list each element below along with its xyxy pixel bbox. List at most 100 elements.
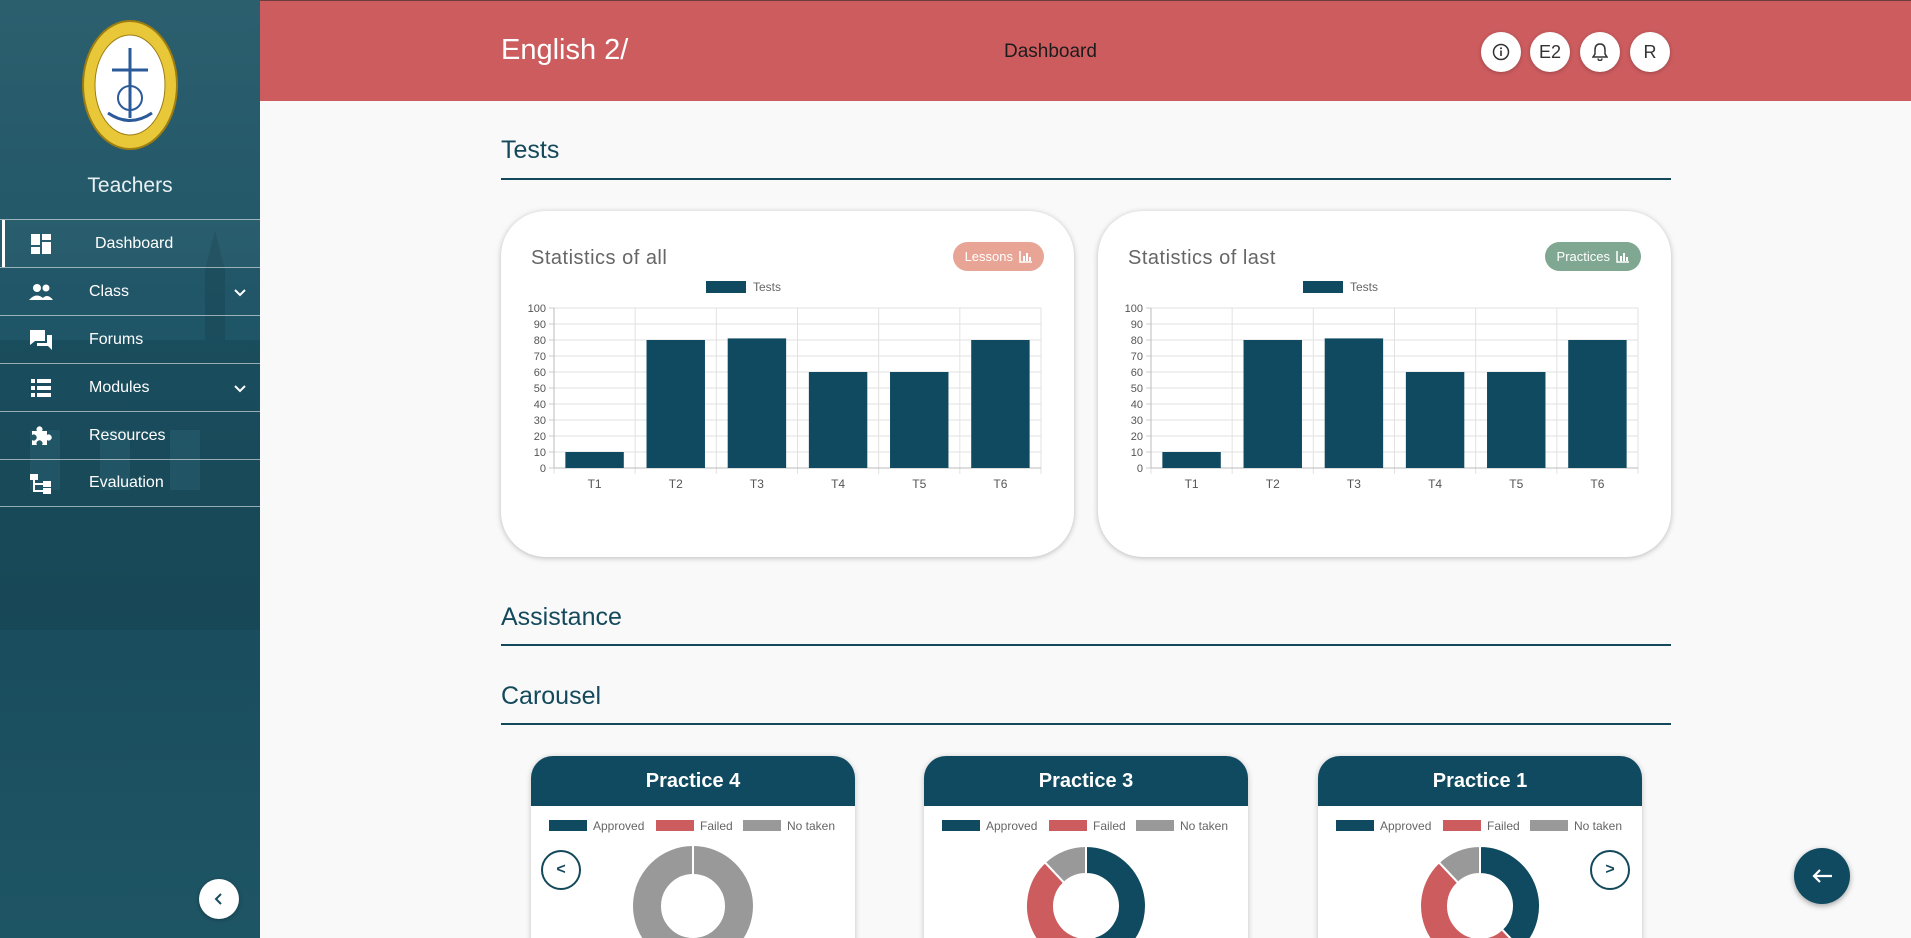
carousel-prev-button[interactable]: < — [541, 850, 581, 890]
section-title-assistance: Assistance — [501, 603, 622, 631]
y-tick-label: 70 — [534, 351, 546, 363]
sidebar-item-dashboard[interactable]: Dashboard — [0, 219, 260, 267]
sidebar-item-label: Resources — [89, 426, 166, 444]
sidebar-item-modules[interactable]: Modules — [0, 363, 260, 411]
x-tick-label: T3 — [1347, 477, 1361, 491]
donut-slice — [1085, 844, 1147, 938]
university-seal-logo — [82, 20, 178, 150]
statistics-last-card: Statistics of last Practices Tests 0 10 20 3… — [1098, 211, 1671, 557]
bar — [1324, 338, 1384, 468]
page-title: Dashboard — [1004, 41, 1097, 62]
y-tick-label: 90 — [534, 319, 546, 331]
legend-swatch — [1443, 820, 1481, 831]
bar — [808, 372, 868, 468]
y-tick-label: 40 — [534, 399, 546, 411]
legend-swatch — [1049, 820, 1087, 831]
course-code-button[interactable]: E2 — [1530, 32, 1570, 72]
section-title-carousel: Carousel — [501, 682, 602, 710]
section-divider — [501, 178, 1671, 180]
legend-swatch — [1336, 820, 1374, 831]
x-tick-label: T4 — [1428, 477, 1442, 491]
info-button[interactable] — [1481, 32, 1521, 72]
y-tick-label: 0 — [1137, 463, 1143, 475]
y-tick-label: 0 — [540, 463, 546, 475]
legend-swatch — [743, 820, 781, 831]
sidebar-nav: Dashboard Class Forums Modules Resources… — [0, 219, 260, 507]
y-tick-label: 100 — [1125, 303, 1143, 315]
legend-label: Tests — [753, 280, 781, 294]
x-tick-label: T1 — [1185, 477, 1199, 491]
y-tick-label: 30 — [1131, 415, 1143, 427]
x-tick-label: T2 — [1266, 477, 1280, 491]
y-tick-label: 60 — [534, 367, 546, 379]
legend-label: No taken — [787, 819, 835, 833]
user-avatar-button[interactable]: R — [1630, 32, 1670, 72]
legend-label: Failed — [1093, 819, 1126, 833]
back-button[interactable] — [1794, 848, 1850, 904]
sidebar-item-evaluation[interactable]: Evaluation — [0, 459, 260, 507]
section-divider — [501, 723, 1671, 725]
legend-swatch — [549, 820, 587, 831]
card-title: Statistics of last — [1128, 247, 1276, 269]
bar-chart-icon — [1019, 250, 1032, 263]
practice-title: Practice 4 — [531, 756, 855, 806]
x-tick-label: T6 — [993, 477, 1007, 491]
sidebar-item-label: Dashboard — [95, 234, 174, 252]
legend-swatch — [706, 281, 746, 293]
x-tick-label: T5 — [1509, 477, 1523, 491]
x-tick-label: T2 — [669, 477, 683, 491]
practice-card: Practice 1 Approved Failed No taken — [1318, 756, 1642, 938]
bar — [1162, 452, 1221, 468]
practice-card: Practice 3 Approved Failed No taken — [924, 756, 1248, 938]
sidebar-item-class[interactable]: Class — [0, 267, 260, 315]
legend-label: Approved — [1380, 819, 1431, 833]
statistics-all-card: Statistics of all Lessons Tests 0 10 20 30 40… — [501, 211, 1074, 557]
x-tick-label: T4 — [831, 477, 845, 491]
carousel-next-button[interactable]: > — [1590, 850, 1630, 890]
y-tick-label: 80 — [1131, 335, 1143, 347]
bar-chart-icon — [1616, 250, 1629, 263]
y-tick-label: 10 — [1131, 447, 1143, 459]
sidebar-item-label: Class — [89, 282, 130, 300]
y-tick-label: 20 — [534, 431, 546, 443]
bar — [1243, 340, 1302, 468]
y-tick-label: 50 — [1131, 383, 1143, 395]
course-title: English 2/ — [501, 34, 629, 66]
legend-label: No taken — [1180, 819, 1228, 833]
practice-card: Practice 4 Approved Failed No taken — [531, 756, 855, 938]
forum-icon — [29, 329, 53, 351]
section-divider — [501, 644, 1671, 646]
top-header: English 2/ Dashboard E2 R — [260, 0, 1911, 101]
y-tick-label: 40 — [1131, 399, 1143, 411]
dashboard-icon — [29, 233, 53, 255]
x-tick-label: T1 — [588, 477, 602, 491]
lessons-badge-button[interactable]: Lessons — [952, 242, 1044, 271]
practice-title: Practice 1 — [1318, 756, 1642, 806]
hierarchy-icon — [29, 473, 53, 495]
legend-label: Approved — [986, 819, 1037, 833]
bar — [1568, 340, 1627, 468]
x-tick-label: T3 — [750, 477, 764, 491]
bar — [727, 338, 787, 468]
chevron-down-icon[interactable] — [232, 285, 248, 301]
sidebar-item-forums[interactable]: Forums — [0, 315, 260, 363]
chevron-down-icon[interactable] — [232, 381, 248, 397]
legend-label: No taken — [1574, 819, 1622, 833]
badge-label: Lessons — [964, 249, 1013, 264]
bar — [1405, 372, 1465, 468]
notifications-button[interactable] — [1580, 32, 1620, 72]
practice-title: Practice 3 — [924, 756, 1248, 806]
y-tick-label: 100 — [528, 303, 546, 315]
bar — [1487, 372, 1546, 468]
legend-swatch — [656, 820, 694, 831]
collapse-sidebar-button[interactable] — [199, 879, 239, 919]
bar — [890, 372, 949, 468]
y-tick-label: 80 — [534, 335, 546, 347]
y-tick-label: 10 — [534, 447, 546, 459]
puzzle-icon — [29, 425, 53, 447]
legend-label: Approved — [593, 819, 644, 833]
sidebar-item-resources[interactable]: Resources — [0, 411, 260, 459]
practices-badge-button[interactable]: Practices — [1544, 242, 1641, 271]
legend-label: Failed — [700, 819, 733, 833]
people-icon — [29, 281, 53, 303]
